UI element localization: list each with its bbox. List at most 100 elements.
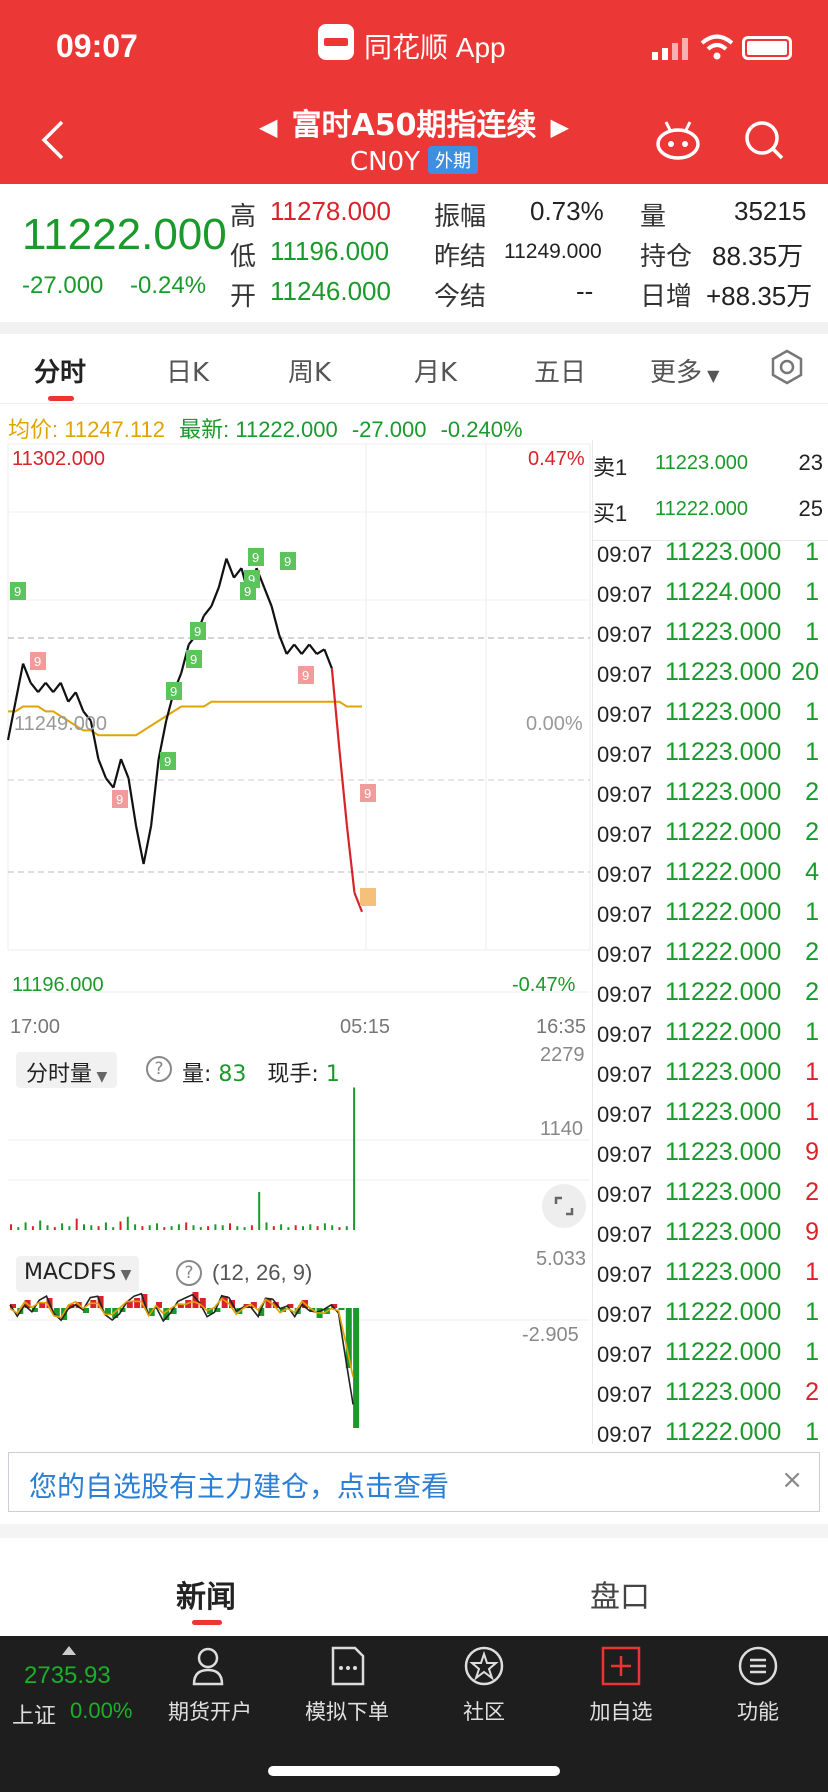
chart-high-label: 11302.000 [12, 448, 106, 470]
exchange-badge: 外期 [428, 146, 479, 174]
tick-qty: 2 [805, 778, 819, 806]
latest-change: -27.000 [351, 417, 427, 442]
settings-icon[interactable] [768, 348, 806, 386]
volume-mid-tick: 1140 [540, 1118, 584, 1140]
tab-more[interactable]: 更多 ▼ [650, 352, 719, 389]
chart-low-label: 11196.000 [12, 974, 104, 996]
tick-qty: 2 [805, 818, 819, 846]
tab-monthly-k[interactable]: 月K [414, 352, 457, 389]
tick-qty: 1 [805, 738, 819, 766]
svg-text:9: 9 [252, 550, 259, 565]
help-icon[interactable]: ? [176, 1260, 202, 1286]
tick-list[interactable]: 09:07 11223.000 1 09:07 11224.000 1 09:07 11223… [593, 536, 828, 1444]
tick-row: 09:07 11223.000 9 [593, 1136, 828, 1176]
price-segment [285, 643, 296, 655]
tick-qty: 1 [805, 1298, 819, 1326]
volume-bar [338, 1227, 341, 1230]
tick-row: 09:07 11222.000 4 [593, 856, 828, 896]
nav-add-watchlist[interactable]: 加自选 [561, 1644, 681, 1744]
volume-bar [192, 1225, 195, 1230]
tick-time: 09:07 [597, 1382, 653, 1407]
tick-time: 09:07 [597, 862, 653, 887]
divider [0, 1524, 828, 1538]
price-segment [142, 825, 153, 865]
community-icon [464, 1646, 504, 1686]
chart-high-pct: 0.47% [528, 448, 585, 470]
avg-value: 11247.112 [64, 417, 165, 442]
volume-bar [177, 1224, 180, 1230]
price-segment [217, 558, 228, 588]
index-value[interactable]: 2735.93 [24, 1662, 111, 1690]
nav-futures-account[interactable]: 期货开户 [150, 1644, 270, 1744]
tick-time: 09:07 [597, 1062, 653, 1087]
volume-bar [104, 1222, 107, 1230]
nav-sim-order[interactable]: 模拟下单 [287, 1644, 407, 1744]
tab-intraday[interactable]: 分时 [34, 352, 86, 389]
tick-qty: 9 [805, 1138, 819, 1166]
low-label: 低 [230, 242, 257, 272]
price-change-pct: -0.24% [130, 272, 207, 299]
tick-price: 11223.000 [665, 658, 782, 686]
tick-price: 11222.000 [665, 1418, 782, 1444]
macd-bar [126, 1302, 133, 1308]
price-change: -27.000 [22, 272, 104, 299]
next-contract-icon[interactable]: ▶ [550, 113, 568, 141]
tick-price: 11222.000 [665, 978, 782, 1006]
expand-icon[interactable] [542, 1184, 586, 1228]
add-icon [601, 1646, 641, 1686]
close-icon[interactable]: × [781, 1465, 803, 1495]
tick-qty: 1 [805, 1258, 819, 1286]
time-axis-end: 16:35 [536, 1016, 587, 1038]
contract-code-row: CN0Y 外期 [0, 146, 828, 177]
tab-daily-k[interactable]: 日K [166, 352, 209, 389]
price-segment [233, 567, 243, 579]
svg-text:9: 9 [194, 624, 201, 639]
tick-price: 11223.000 [665, 538, 782, 566]
search-icon[interactable] [742, 118, 786, 162]
price-segment [210, 586, 220, 607]
volume-bar [345, 1226, 348, 1230]
prev-settle-value: 11249.000 [504, 240, 602, 263]
volume-bar [265, 1222, 268, 1230]
price-segment [74, 691, 85, 712]
volume-bar [214, 1224, 217, 1230]
tick-time: 09:07 [597, 1142, 653, 1167]
intraday-chart[interactable]: 9 9 9 9 9 9 9 9 9 9 9 9 9 [0, 440, 592, 1444]
hand-label: 现手: [267, 1062, 319, 1087]
tick-time: 09:07 [597, 662, 653, 687]
chevron-down-icon: ▼ [116, 1267, 132, 1283]
banner-text[interactable]: 您的自选股有主力建仓，点击查看 [29, 1465, 449, 1505]
quote-panel: 11222.000 -27.000 -0.24% 高 11278.000 低 1… [0, 184, 828, 322]
chart-tabs: 分时 日K 周K 月K 五日 更多 ▼ [0, 334, 828, 404]
promo-banner[interactable]: 您的自选股有主力建仓，点击查看 × [8, 1452, 820, 1512]
price-segment [97, 758, 107, 779]
tick-time: 09:07 [597, 1342, 653, 1367]
tick-price: 11223.000 [665, 738, 782, 766]
svg-text:9: 9 [244, 584, 251, 599]
latest-change-pct: -0.240% [440, 417, 523, 442]
help-icon[interactable]: ? [146, 1056, 172, 1082]
volume-bar [134, 1224, 137, 1230]
tab-order-panel[interactable]: 盘口 [590, 1572, 650, 1616]
nav-functions[interactable]: 功能 [698, 1644, 818, 1744]
tab-weekly-k[interactable]: 周K [288, 352, 331, 389]
volume-bar [294, 1225, 297, 1230]
tick-row: 09:07 11223.000 1 [593, 1056, 828, 1096]
index-expand-icon[interactable] [62, 1646, 76, 1655]
tick-row: 09:07 11222.000 2 [593, 936, 828, 976]
robot-assistant-icon[interactable] [654, 118, 702, 162]
open-label: 开 [230, 282, 257, 312]
divider [0, 322, 828, 334]
volume-bar [68, 1226, 71, 1230]
volume-indicator-select[interactable]: 分时量 ▼ [16, 1052, 118, 1088]
nav-community[interactable]: 社区 [424, 1644, 544, 1744]
tick-price: 11223.000 [665, 1258, 782, 1286]
prev-contract-icon[interactable]: ◀ [259, 113, 277, 141]
tab-news[interactable]: 新闻 [176, 1572, 236, 1616]
volume-bar [287, 1227, 290, 1230]
macd-indicator-select[interactable]: MACDFS ▼ [16, 1256, 140, 1292]
tick-time: 09:07 [597, 1102, 653, 1127]
tab-five-day[interactable]: 五日 [534, 352, 586, 389]
tick-row: 09:07 11223.000 1 [593, 1096, 828, 1136]
volume-bar [207, 1226, 210, 1230]
